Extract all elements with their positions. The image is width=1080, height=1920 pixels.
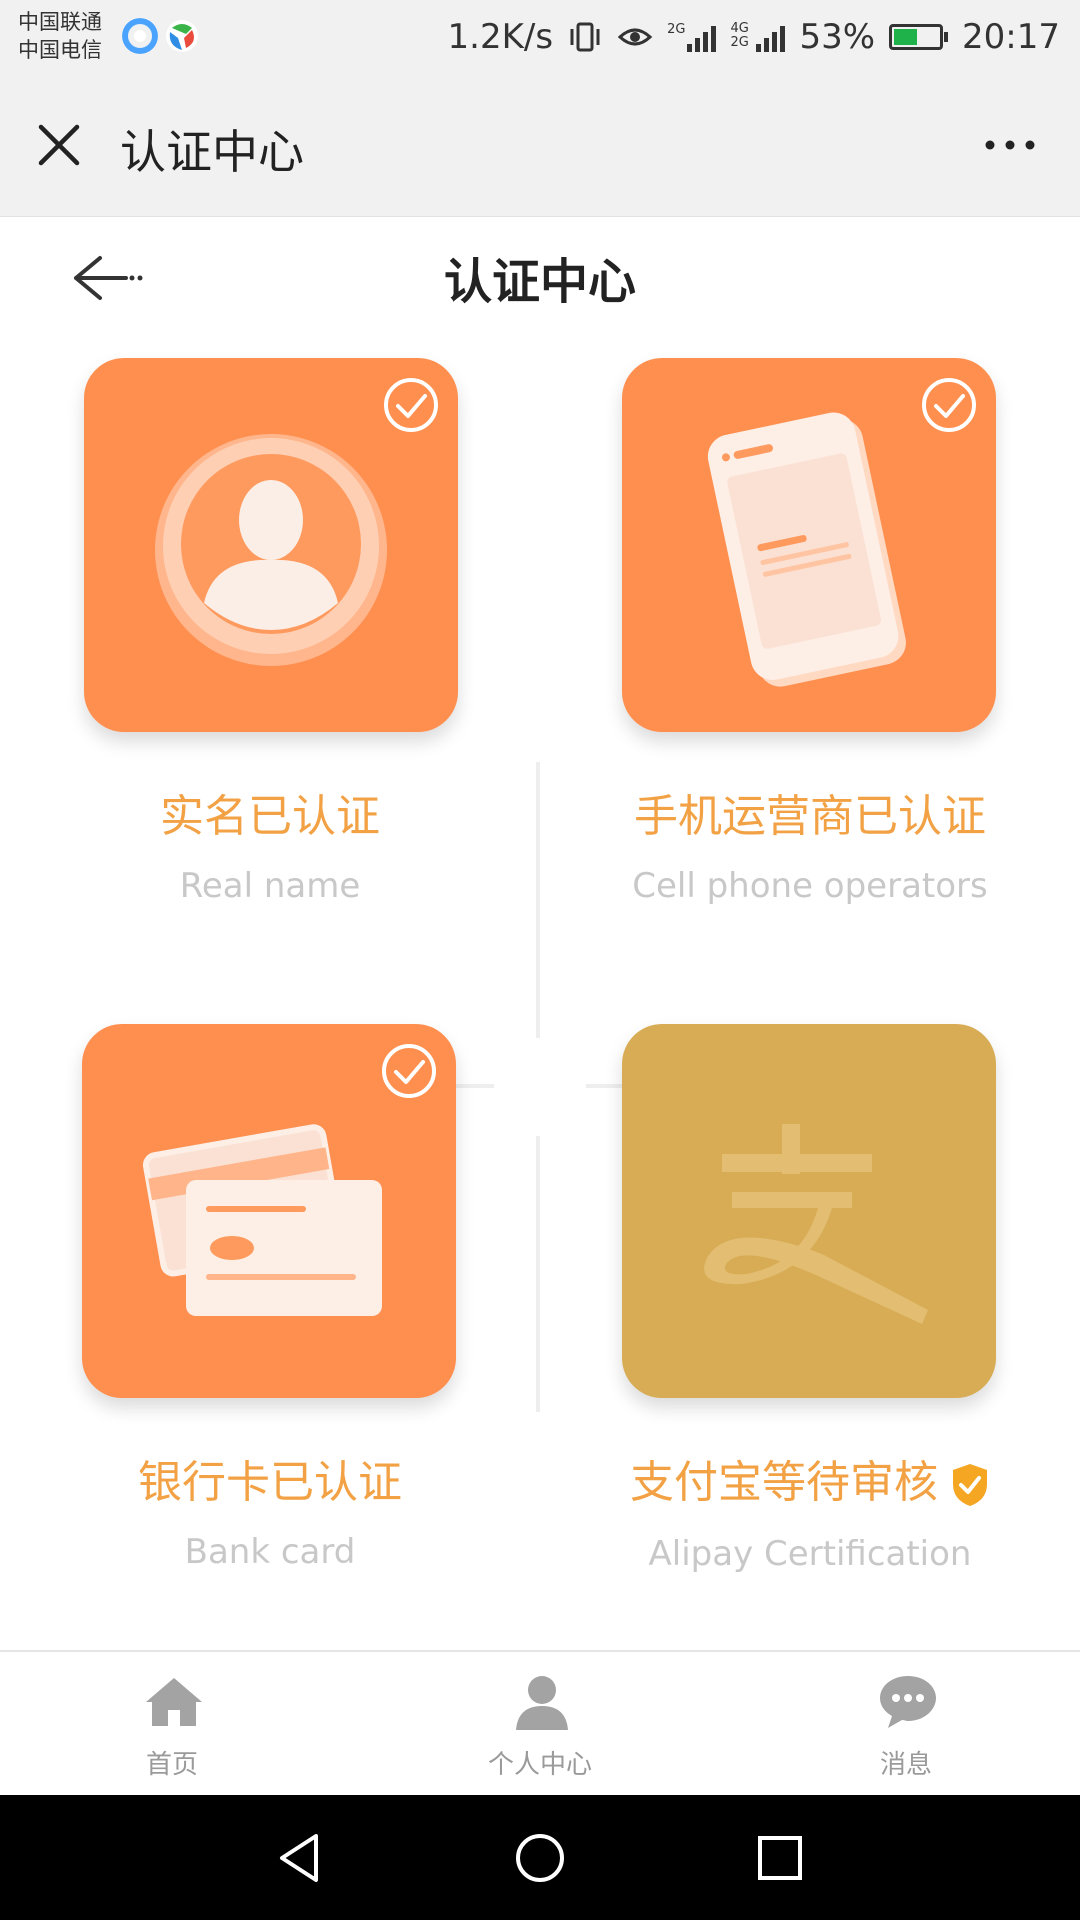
user-icon bbox=[516, 1676, 568, 1730]
app-notification-icon bbox=[122, 18, 158, 54]
carrier-names: 中国联通 中国电信 bbox=[18, 8, 102, 64]
system-navigation-bar bbox=[0, 1795, 1080, 1920]
app-bar-title: 认证中心 bbox=[120, 125, 304, 179]
close-icon[interactable] bbox=[34, 120, 84, 170]
bank-card-status: 银行卡已认证 bbox=[138, 1457, 402, 1508]
sim1-signal-icon bbox=[687, 22, 717, 52]
page-title: 认证中心 bbox=[443, 254, 636, 310]
carrier-2: 中国电信 bbox=[18, 38, 102, 62]
battery-percent: 53% bbox=[799, 17, 876, 57]
phone-operator-status: 手机运营商已认证 bbox=[634, 791, 986, 842]
real-name-status: 实名已认证 bbox=[160, 791, 380, 842]
tab-home[interactable]: 首页 bbox=[72, 1652, 272, 1797]
eye-icon bbox=[617, 28, 653, 46]
phone-operator-caption: Cell phone operators bbox=[632, 866, 988, 906]
verified-check-icon bbox=[382, 1044, 436, 1098]
alipay-card[interactable] bbox=[622, 1024, 996, 1398]
tab-messages-label: 消息 bbox=[879, 1750, 932, 1780]
chat-bubble-icon bbox=[880, 1676, 936, 1728]
bank-card-card[interactable] bbox=[82, 1024, 456, 1398]
bank-card-caption: Bank card bbox=[184, 1532, 356, 1572]
more-dots-icon[interactable] bbox=[980, 130, 1040, 160]
shield-check-icon bbox=[953, 1464, 987, 1506]
home-circle-icon[interactable] bbox=[512, 1830, 568, 1886]
verified-check-icon bbox=[384, 378, 438, 432]
vibrate-icon bbox=[570, 22, 600, 52]
bottom-tab-bar: 首页 个人中心 消息 bbox=[0, 1650, 1080, 1797]
tab-profile-label: 个人中心 bbox=[487, 1750, 592, 1780]
verified-check-icon bbox=[922, 378, 976, 432]
divider-vertical-bottom bbox=[536, 1136, 540, 1412]
tab-home-label: 首页 bbox=[145, 1750, 198, 1780]
alipay-caption: Alipay Certification bbox=[648, 1534, 972, 1574]
sim1-network-type: 2G bbox=[667, 22, 686, 37]
status-bar: 中国联通 中国电信 1.2K/s 2G 4G 2G 53% 20:17 bbox=[0, 0, 1080, 86]
alipay-icon bbox=[704, 1124, 928, 1324]
recents-square-icon[interactable] bbox=[752, 1830, 808, 1886]
tab-messages[interactable]: 消息 bbox=[806, 1652, 1006, 1797]
back-triangle-icon[interactable] bbox=[272, 1830, 328, 1886]
net-speed: 1.2K/s bbox=[447, 17, 554, 57]
alipay-status-text: 支付宝等待审核 bbox=[630, 1457, 938, 1508]
clock: 20:17 bbox=[962, 17, 1060, 57]
real-name-caption: Real name bbox=[179, 866, 361, 906]
home-icon bbox=[146, 1678, 202, 1726]
divider-horizontal-right bbox=[586, 1084, 622, 1088]
carrier-1: 中国联通 bbox=[18, 10, 102, 34]
sim2-network-type: 4G 2G bbox=[730, 21, 749, 50]
phone-operator-card[interactable] bbox=[622, 358, 996, 732]
battery-icon bbox=[889, 24, 949, 50]
app-notification-icon-2 bbox=[166, 20, 198, 52]
tab-profile[interactable]: 个人中心 bbox=[440, 1652, 640, 1797]
real-name-card[interactable] bbox=[84, 358, 458, 732]
sim2-signal-icon bbox=[756, 22, 786, 52]
alipay-status: 支付宝等待审核 bbox=[540, 1446, 1080, 1510]
app-bar: 认证中心 bbox=[0, 86, 1080, 217]
